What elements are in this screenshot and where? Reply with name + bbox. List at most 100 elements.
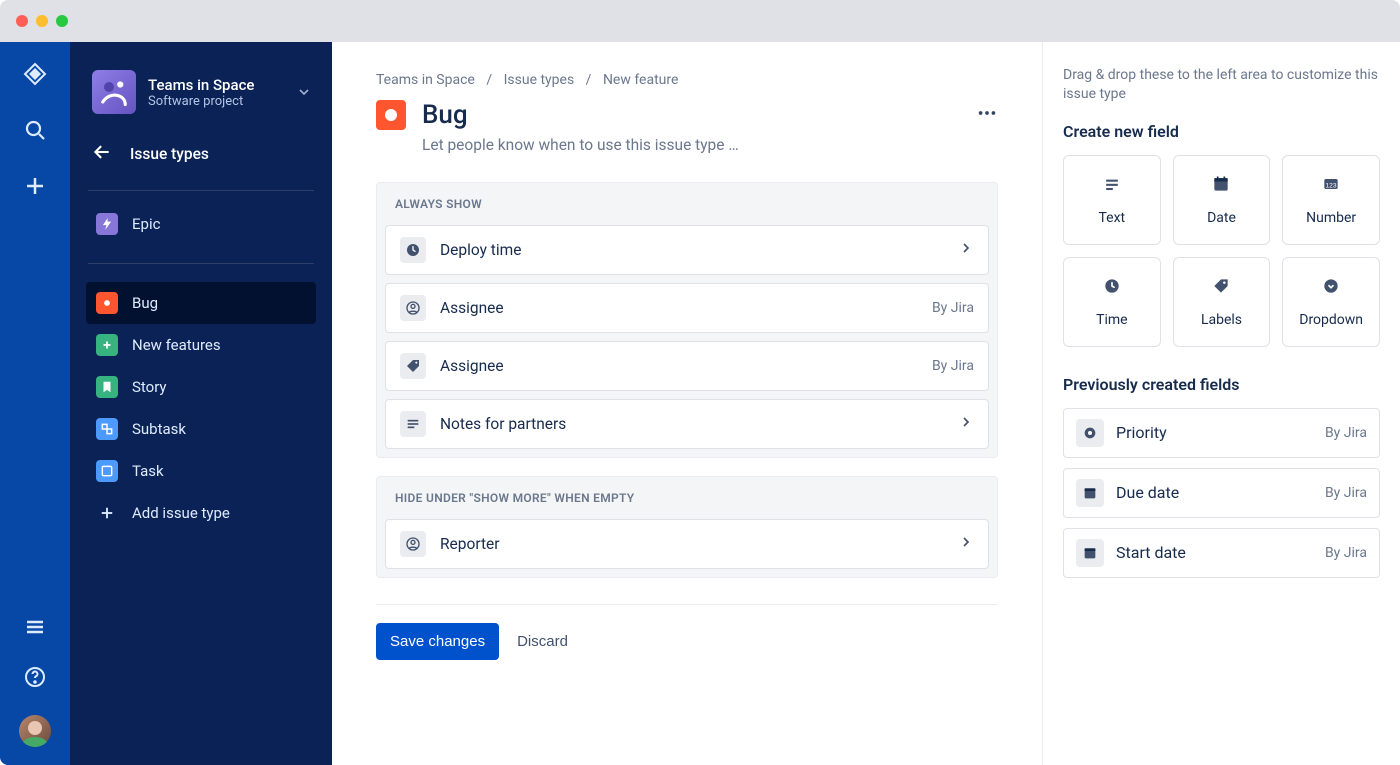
plus-icon [96,502,118,524]
user-avatar[interactable] [19,715,51,747]
chevron-right-icon [958,534,974,554]
add-issue-type-label: Add issue type [132,504,230,522]
prev-field-priority[interactable]: Priority By Jira [1063,408,1380,458]
breadcrumb-item[interactable]: Issue types [504,72,575,88]
field-notes-partners[interactable]: Notes for partners [385,399,989,449]
sidebar-item-label: Subtask [132,420,186,438]
tag-icon [1211,276,1231,300]
dropdown-icon [1321,276,1341,300]
project-avatar-icon [92,70,136,114]
calendar-icon [1076,539,1104,567]
sidebar-item-epic[interactable]: Epic [86,203,316,245]
text-icon [400,411,426,437]
issue-type-icon [376,100,406,130]
project-switcher[interactable]: Teams in Space Software project [70,66,332,124]
person-icon [400,295,426,321]
menu-icon[interactable] [23,615,47,643]
nav-back[interactable]: Issue types [86,130,316,178]
chevron-down-icon [296,84,312,104]
prev-field-label: Start date [1116,543,1186,562]
breadcrumb-item[interactable]: Teams in Space [376,72,475,88]
subtask-icon [96,418,118,440]
text-icon [1102,174,1122,198]
new-feature-icon [96,334,118,356]
sidebar-item-label: Task [132,462,164,480]
help-icon[interactable] [23,665,47,693]
field-label: Assignee [440,357,504,375]
field-deploy-time[interactable]: Deploy time [385,225,989,275]
window-maximize[interactable] [56,15,68,27]
sidebar-item-label: Bug [132,294,158,312]
prev-field-label: Priority [1116,423,1167,442]
field-assignee-2[interactable]: Assignee By Jira [385,341,989,391]
field-assignee-1[interactable]: Assignee By Jira [385,283,989,333]
field-type-date[interactable]: Date [1173,155,1271,245]
tag-icon [400,353,426,379]
window-close[interactable] [16,15,28,27]
sidebar-item-label: New features [132,336,221,354]
right-panel-hint: Drag & drop these to the left area to cu… [1063,66,1380,104]
save-button[interactable]: Save changes [376,623,499,660]
breadcrumb-item[interactable]: New feature [603,72,678,88]
page-title: Bug [422,100,468,130]
sidebar-item-label: Story [132,378,167,396]
divider [88,263,314,264]
global-rail [0,42,70,765]
nav-back-label: Issue types [130,145,209,163]
sidebar-item-label: Epic [132,215,160,233]
field-type-dropdown[interactable]: Dropdown [1282,257,1380,347]
page-subtitle: Let people know when to use this issue t… [422,136,998,154]
sidebar-item-new-features[interactable]: New features [86,324,316,366]
bug-icon [96,292,118,314]
divider [376,604,998,605]
field-type-time[interactable]: Time [1063,257,1161,347]
sidebar-item-subtask[interactable]: Subtask [86,408,316,450]
window-minimize[interactable] [36,15,48,27]
chevron-right-icon [958,414,974,434]
create-icon[interactable] [23,174,47,202]
field-type-number[interactable]: 123 Number [1282,155,1380,245]
field-type-label: Text [1099,210,1126,226]
right-panel: Drag & drop these to the left area to cu… [1042,42,1400,765]
prev-fields-heading: Previously created fields [1063,375,1380,394]
field-meta: By Jira [932,358,974,374]
priority-icon [1076,419,1104,447]
number-icon: 123 [1321,174,1341,198]
section-always-show: ALWAYS SHOW Deploy time Assignee By Jira [376,182,998,458]
discard-button[interactable]: Discard [517,633,568,650]
prev-field-meta: By Jira [1325,485,1367,501]
prev-field-meta: By Jira [1325,425,1367,441]
field-type-label: Time [1096,312,1127,328]
sidebar-item-bug[interactable]: Bug [86,282,316,324]
field-reporter[interactable]: Reporter [385,519,989,569]
calendar-icon [1076,479,1104,507]
field-type-labels[interactable]: Labels [1173,257,1271,347]
person-icon [400,531,426,557]
section-header: ALWAYS SHOW [377,183,997,225]
section-hide-when-empty: HIDE UNDER "SHOW MORE" WHEN EMPTY Report… [376,476,998,578]
sidebar-item-story[interactable]: Story [86,366,316,408]
main-content: Teams in Space / Issue types / New featu… [332,42,1042,765]
task-icon [96,460,118,482]
more-actions-icon[interactable] [976,102,998,128]
prev-field-start-date[interactable]: Start date By Jira [1063,528,1380,578]
breadcrumb: Teams in Space / Issue types / New featu… [376,72,998,88]
field-meta: By Jira [932,300,974,316]
field-label: Notes for partners [440,415,566,433]
project-sidebar: Teams in Space Software project Issue ty… [70,42,332,765]
epic-icon [96,213,118,235]
add-issue-type[interactable]: Add issue type [86,492,316,534]
jira-logo-icon[interactable] [23,62,47,90]
titlebar [0,0,1400,42]
sidebar-item-task[interactable]: Task [86,450,316,492]
arrow-left-icon [92,142,112,166]
section-header: HIDE UNDER "SHOW MORE" WHEN EMPTY [377,477,997,519]
prev-field-due-date[interactable]: Due date By Jira [1063,468,1380,518]
prev-field-label: Due date [1116,483,1179,502]
field-type-text[interactable]: Text [1063,155,1161,245]
chevron-right-icon [958,240,974,260]
app-window: Teams in Space Software project Issue ty… [0,0,1400,765]
divider [88,190,314,191]
search-icon[interactable] [23,118,47,146]
field-label: Assignee [440,299,504,317]
